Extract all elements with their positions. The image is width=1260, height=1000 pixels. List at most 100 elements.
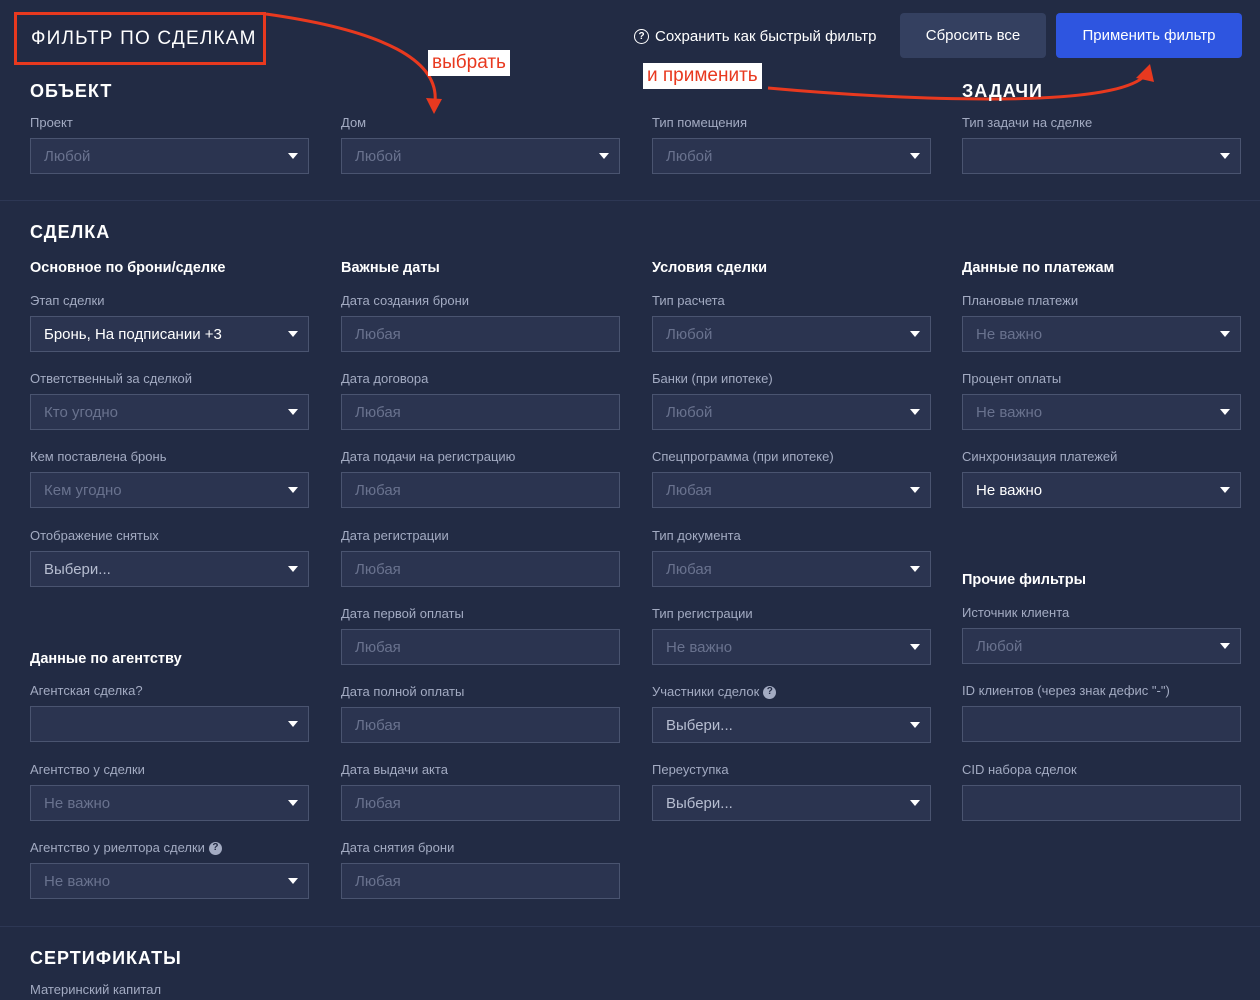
reg-type-select[interactable]: Не важно <box>652 629 931 665</box>
payment-percent-select[interactable]: Не важно <box>962 394 1241 430</box>
select-value: Не важно <box>976 403 1043 421</box>
field-label: Агентство у риелтора сделки <box>30 840 205 855</box>
field-label: Дата полной оплаты <box>341 684 465 699</box>
field-agency-deal: Агентская сделка? <box>30 682 309 742</box>
select-value: Не важно <box>44 872 111 890</box>
field-label: Спецпрограмма (при ипотеке) <box>652 449 834 464</box>
select-value: Не важно <box>976 481 1043 499</box>
field-label: Тип регистрации <box>652 606 753 621</box>
group-title-conditions: Условия сделки <box>652 260 768 276</box>
field-label-row: Участники сделок ? <box>652 683 931 701</box>
caret-down-icon <box>1220 153 1230 159</box>
caret-down-icon <box>288 566 298 572</box>
realtor-agency-select[interactable]: Не важно <box>30 863 309 899</box>
participants-select[interactable]: Выбери... <box>652 707 931 743</box>
field-label: Дата подачи на регистрацию <box>341 449 516 464</box>
field-label: Банки (при ипотеке) <box>652 371 773 386</box>
select-value: Не важно <box>44 794 111 812</box>
field-booking-removed: Дата снятия брони Любая <box>341 839 620 899</box>
field-label: Участники сделок <box>652 684 760 699</box>
help-icon[interactable]: ? <box>763 685 777 699</box>
save-quick-filter-link[interactable]: ? Сохранить как быстрый фильтр <box>634 26 876 46</box>
calc-type-select[interactable]: Любой <box>652 316 931 352</box>
field-show-removed: Отображение снятых Выбери... <box>30 527 309 587</box>
reset-all-button[interactable]: Сбросить все <box>900 13 1046 58</box>
act-date-input[interactable]: Любая <box>341 785 620 821</box>
agency-deal-select[interactable] <box>30 706 309 742</box>
field-act-date: Дата выдачи акта Любая <box>341 761 620 821</box>
field-label: Агентство у сделки <box>30 762 145 777</box>
project-select[interactable]: Любой <box>30 138 309 174</box>
field-label: Этап сделки <box>30 293 105 308</box>
input-placeholder: Любая <box>355 872 401 890</box>
select-value: Любой <box>44 147 91 165</box>
field-label: Агентская сделка? <box>30 683 143 698</box>
registration-date-input[interactable]: Любая <box>341 551 620 587</box>
save-quick-filter-label: Сохранить как быстрый фильтр <box>655 27 877 45</box>
divider <box>0 926 1260 927</box>
field-label: Проект <box>30 115 73 130</box>
stage-select[interactable]: Бронь, На подписании +3 <box>30 316 309 352</box>
select-value: Не важно <box>976 325 1043 343</box>
field-label-row: Агентство у риелтора сделки ? <box>30 839 309 857</box>
field-label: Дом <box>341 115 367 130</box>
field-label: Кем поставлена бронь <box>30 449 167 464</box>
agency-at-deal-select[interactable]: Не важно <box>30 785 309 821</box>
payment-sync-select[interactable]: Не важно <box>962 472 1241 508</box>
field-stage: Этап сделки Бронь, На подписании +3 <box>30 292 309 352</box>
planned-payments-select[interactable]: Не важно <box>962 316 1241 352</box>
field-full-payment: Дата полной оплаты Любая <box>341 683 620 743</box>
caret-down-icon <box>910 644 920 650</box>
field-label: Плановые платежи <box>962 293 1079 308</box>
group-title-other: Прочие фильтры <box>962 572 1086 588</box>
doc-type-select[interactable]: Любая <box>652 551 931 587</box>
input-placeholder: Любая <box>355 716 401 734</box>
client-ids-input[interactable] <box>962 706 1241 742</box>
select-value: Любой <box>666 325 713 343</box>
caret-down-icon <box>288 487 298 493</box>
room-type-select[interactable]: Любой <box>652 138 931 174</box>
field-banks: Банки (при ипотеке) Любой <box>652 370 931 430</box>
caret-down-icon <box>288 878 298 884</box>
house-select[interactable]: Любой <box>341 138 620 174</box>
field-assignment: Переуступка Выбери... <box>652 761 931 821</box>
select-value: Кем угодно <box>44 481 122 499</box>
client-source-select[interactable]: Любой <box>962 628 1241 664</box>
field-label: Тип задачи на сделке <box>962 115 1093 130</box>
field-label: Синхронизация платежей <box>962 449 1118 464</box>
task-type-select[interactable] <box>962 138 1241 174</box>
contract-date-input[interactable]: Любая <box>341 394 620 430</box>
field-label: CID набора сделок <box>962 762 1077 777</box>
help-icon[interactable]: ? <box>208 841 222 855</box>
field-program: Спецпрограмма (при ипотеке) Любая <box>652 448 931 508</box>
full-payment-date-input[interactable]: Любая <box>341 707 620 743</box>
booked-by-select[interactable]: Кем угодно <box>30 472 309 508</box>
field-house: Дом Любой <box>341 114 620 174</box>
field-label: Тип расчета <box>652 293 725 308</box>
responsible-select[interactable]: Кто угодно <box>30 394 309 430</box>
booking-removed-date-input[interactable]: Любая <box>341 863 620 899</box>
field-label: Дата первой оплаты <box>341 606 464 621</box>
program-select[interactable]: Любая <box>652 472 931 508</box>
select-value: Не важно <box>666 638 733 656</box>
field-label: Материнский капитал <box>30 982 162 997</box>
show-removed-select[interactable]: Выбери... <box>30 551 309 587</box>
banks-select[interactable]: Любой <box>652 394 931 430</box>
caret-down-icon <box>910 487 920 493</box>
booking-created-date-input[interactable]: Любая <box>341 316 620 352</box>
field-first-payment: Дата первой оплаты Любая <box>341 605 620 665</box>
filter-page: ФИЛЬТР ПО СДЕЛКАМ ? Сохранить как быстры… <box>0 0 1260 1000</box>
field-contract-date: Дата договора Любая <box>341 370 620 430</box>
assignment-select[interactable]: Выбери... <box>652 785 931 821</box>
field-client-ids: ID клиентов (через знак дефис "-") <box>962 682 1241 742</box>
registration-submit-date-input[interactable]: Любая <box>341 472 620 508</box>
first-payment-date-input[interactable]: Любая <box>341 629 620 665</box>
group-title-dates: Важные даты <box>341 260 440 276</box>
divider <box>0 200 1260 201</box>
cid-set-input[interactable] <box>962 785 1241 821</box>
field-planned-payments: Плановые платежи Не важно <box>962 292 1241 352</box>
arrow-to-apply <box>767 73 1148 101</box>
field-payment-percent: Процент оплаты Не важно <box>962 370 1241 430</box>
select-value: Выбери... <box>44 560 111 578</box>
apply-filter-button[interactable]: Применить фильтр <box>1056 13 1242 58</box>
